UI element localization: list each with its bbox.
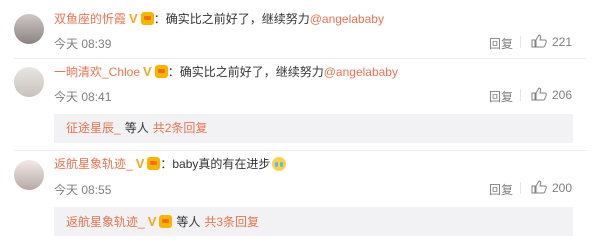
comment-time: 今天 08:55: [54, 183, 112, 197]
separator: [14, 58, 587, 59]
reply-button[interactable]: 回复: [489, 181, 513, 198]
divider: [520, 182, 521, 194]
verified-v-icon: V: [135, 156, 145, 171]
thumbs-up-icon[interactable]: [531, 180, 547, 194]
thumbs-up-icon[interactable]: [531, 34, 547, 48]
comment-username[interactable]: 一晌清欢_Chloe: [54, 65, 140, 79]
comment-time: 今天 08:39: [54, 37, 112, 51]
vip-badge-icon[interactable]: [147, 157, 161, 170]
comment-text: 确实比之前好了，继续努力: [179, 65, 324, 79]
colon: ：: [167, 65, 180, 79]
thumbs-up-icon[interactable]: [531, 87, 547, 101]
verified-v-icon: V: [147, 214, 157, 229]
vip-badge-icon[interactable]: [140, 12, 154, 25]
comment-username[interactable]: 双鱼座的忻霞: [54, 12, 126, 26]
reply-button[interactable]: 回复: [489, 88, 513, 105]
comment-username[interactable]: 返航星象轨迹_: [54, 157, 133, 171]
reply-button[interactable]: 回复: [489, 35, 513, 52]
colon: ：: [153, 12, 166, 26]
verified-v-icon: V: [143, 64, 152, 79]
divider: [520, 36, 521, 48]
view-replies-link[interactable]: 共3条回复: [204, 215, 259, 229]
reply-username[interactable]: 征途星辰_: [66, 121, 121, 135]
like-count: 221: [552, 35, 573, 49]
comment-text: 确实比之前好了，继续努力: [165, 12, 310, 26]
comment-text: baby真的有在进步: [172, 157, 271, 171]
comment-time: 今天 08:41: [54, 90, 112, 104]
separator: [14, 150, 587, 151]
verified-v-icon: V: [129, 11, 138, 26]
crying-emoji-icon: [272, 157, 287, 171]
view-replies-link[interactable]: 共2条回复: [153, 121, 208, 135]
like-count: 200: [552, 181, 573, 195]
like-count: 206: [552, 88, 573, 102]
avatar[interactable]: [14, 14, 44, 44]
reply-username[interactable]: 返航星象轨迹_: [66, 215, 145, 229]
vip-badge-icon[interactable]: [154, 65, 168, 78]
avatar[interactable]: [14, 67, 44, 97]
reply-suffix: 等人: [176, 215, 201, 229]
mention-link[interactable]: @angelababy: [310, 12, 384, 26]
avatar[interactable]: [14, 160, 44, 190]
vip-badge-icon[interactable]: [159, 215, 173, 228]
reply-suffix: 等人: [124, 121, 149, 135]
mention-link[interactable]: @angelababy: [324, 65, 398, 79]
reply-summary[interactable]: 征途星辰_ 等人 共2条回复: [54, 114, 573, 143]
colon: ：: [160, 157, 173, 171]
divider: [520, 89, 521, 101]
reply-summary[interactable]: 返航星象轨迹_ V 等人 共3条回复: [54, 207, 573, 236]
